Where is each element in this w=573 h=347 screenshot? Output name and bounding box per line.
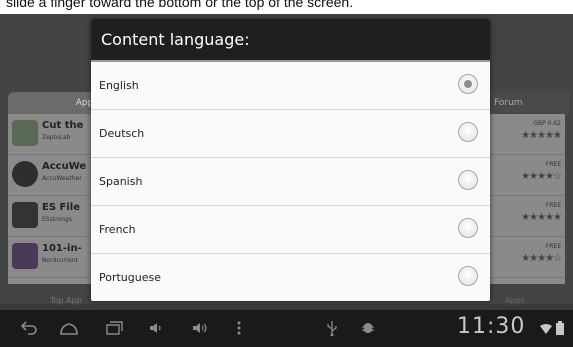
rating-stars: ★★★★★ bbox=[521, 212, 562, 223]
status-clock: 11:30 bbox=[457, 314, 526, 339]
option-label: English bbox=[99, 79, 139, 92]
menu-icon[interactable] bbox=[236, 320, 242, 336]
app-price: GBP 0.62 bbox=[533, 120, 561, 127]
app-title: Cut the bbox=[42, 120, 84, 131]
app-developer: AccuWeather bbox=[42, 175, 82, 182]
radio-button[interactable] bbox=[458, 122, 478, 142]
list-item: FREE ★★★★★ bbox=[490, 196, 565, 237]
list-item: FREE ★★★★☆ bbox=[490, 237, 565, 278]
radio-button-selected[interactable] bbox=[458, 74, 478, 94]
content-language-dialog: Content language: English Deutsch Spanis… bbox=[91, 19, 490, 301]
recent-apps-icon[interactable] bbox=[105, 320, 123, 336]
list-item: AccuWe AccuWeather bbox=[8, 155, 98, 196]
option-label: Deutsch bbox=[99, 127, 145, 140]
option-label: French bbox=[99, 223, 136, 236]
app-list: Cut the ZeptoLab AccuWe AccuWeather ES F… bbox=[8, 114, 98, 284]
option-deutsch[interactable]: Deutsch bbox=[91, 110, 490, 158]
bottom-tab-right: Apps bbox=[505, 296, 525, 305]
rating-stars: ★★★★☆ bbox=[521, 253, 562, 264]
instruction-caption: slide a finger toward the bottom or the … bbox=[6, 0, 354, 10]
option-label: Spanish bbox=[99, 175, 143, 188]
list-item: 101-in- Nordcurrent bbox=[8, 237, 98, 278]
app-title: 101-in- bbox=[42, 243, 82, 254]
app-price: FREE bbox=[545, 202, 561, 209]
app-icon bbox=[12, 161, 38, 187]
app-icon bbox=[12, 120, 38, 146]
bottom-tab-left: Top App bbox=[50, 296, 82, 305]
tablet-screen: Apps Forum Cut the ZeptoLab AccuWe AccuW… bbox=[0, 14, 573, 347]
app-developer: ESstrongs bbox=[42, 216, 72, 223]
volume-up-icon[interactable] bbox=[191, 321, 209, 335]
tab-apps: Apps bbox=[8, 92, 104, 114]
option-portuguese[interactable]: Portuguese bbox=[91, 254, 490, 301]
tab-forum: Forum bbox=[490, 92, 569, 114]
list-item: GBP 0.62 ★★★★★ bbox=[490, 114, 565, 155]
debug-icon bbox=[362, 323, 374, 333]
app-price: FREE bbox=[545, 243, 561, 250]
app-title: ES File bbox=[42, 202, 80, 213]
list-item: Cut the ZeptoLab bbox=[8, 114, 98, 155]
option-spanish[interactable]: Spanish bbox=[91, 158, 490, 206]
option-french[interactable]: French bbox=[91, 206, 490, 254]
wifi-icon bbox=[540, 324, 552, 334]
usb-icon bbox=[327, 321, 337, 336]
radio-button[interactable] bbox=[458, 266, 478, 286]
app-title: AccuWe bbox=[42, 161, 87, 172]
app-price: FREE bbox=[545, 161, 561, 168]
app-icon bbox=[12, 202, 38, 228]
rating-stars: ★★★★★ bbox=[521, 130, 562, 141]
radio-dot-icon bbox=[464, 80, 472, 88]
app-developer: Nordcurrent bbox=[42, 257, 78, 264]
home-icon[interactable] bbox=[59, 320, 79, 336]
radio-button[interactable] bbox=[458, 170, 478, 190]
list-item: FREE ★★★★☆ bbox=[490, 155, 565, 196]
rating-stars: ★★★★☆ bbox=[521, 171, 562, 182]
option-label: Portuguese bbox=[99, 271, 161, 284]
battery-icon bbox=[556, 321, 564, 335]
app-icon bbox=[12, 243, 38, 269]
app-developer: ZeptoLab bbox=[42, 134, 71, 141]
list-item: ES File ESstrongs bbox=[8, 196, 98, 237]
app-ratings-column: GBP 0.62 ★★★★★ FREE ★★★★☆ FREE ★★★★★ FRE… bbox=[490, 114, 565, 284]
option-english[interactable]: English bbox=[91, 62, 490, 110]
back-icon[interactable] bbox=[20, 320, 38, 336]
volume-down-icon[interactable] bbox=[148, 321, 164, 335]
system-navigation-bar: 11:30 bbox=[0, 310, 573, 347]
dialog-title: Content language: bbox=[91, 19, 490, 62]
radio-button[interactable] bbox=[458, 218, 478, 238]
